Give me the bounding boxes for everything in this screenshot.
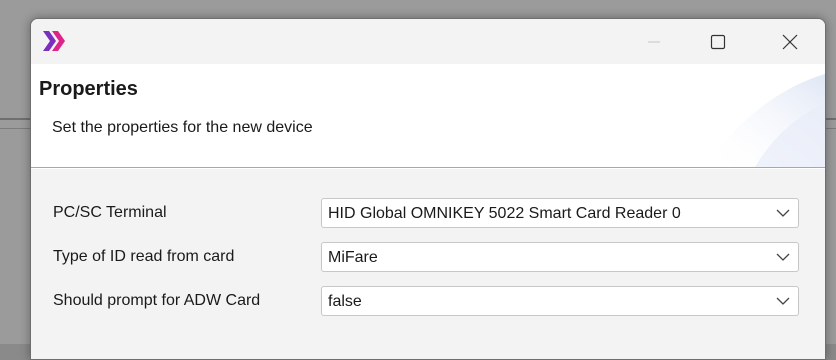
adw-prompt-select[interactable]: false (321, 286, 799, 316)
title-bar[interactable] (31, 19, 825, 64)
chevron-down-icon (776, 209, 790, 217)
id-type-label: Type of ID read from card (53, 248, 235, 265)
pcsc-terminal-value: HID Global OMNIKEY 5022 Smart Card Reade… (328, 205, 681, 222)
maximize-icon (710, 34, 726, 49)
app-logo-icon (43, 31, 65, 51)
properties-dialog: Properties Set the properties for the ne… (30, 18, 826, 360)
chevron-down-icon (776, 253, 790, 261)
properties-form: PC/SC Terminal HID Global OMNIKEY 5022 S… (31, 169, 825, 359)
id-type-value: MiFare (328, 249, 378, 266)
adw-prompt-label: Should prompt for ADW Card (53, 292, 261, 309)
close-icon (782, 34, 798, 49)
page-subtitle: Set the properties for the new device (52, 119, 313, 136)
page-title: Properties (39, 78, 138, 100)
wizard-header: Properties Set the properties for the ne… (31, 64, 825, 167)
minimize-icon (648, 41, 660, 42)
adw-prompt-value: false (328, 293, 362, 310)
pcsc-terminal-label: PC/SC Terminal (53, 204, 167, 221)
maximize-button[interactable] (695, 19, 741, 64)
header-decoration (705, 74, 825, 167)
pcsc-terminal-select[interactable]: HID Global OMNIKEY 5022 Smart Card Reade… (321, 198, 799, 228)
id-type-select[interactable]: MiFare (321, 242, 799, 272)
minimize-button[interactable] (631, 19, 677, 64)
chevron-down-icon (776, 297, 790, 305)
close-button[interactable] (767, 19, 813, 64)
